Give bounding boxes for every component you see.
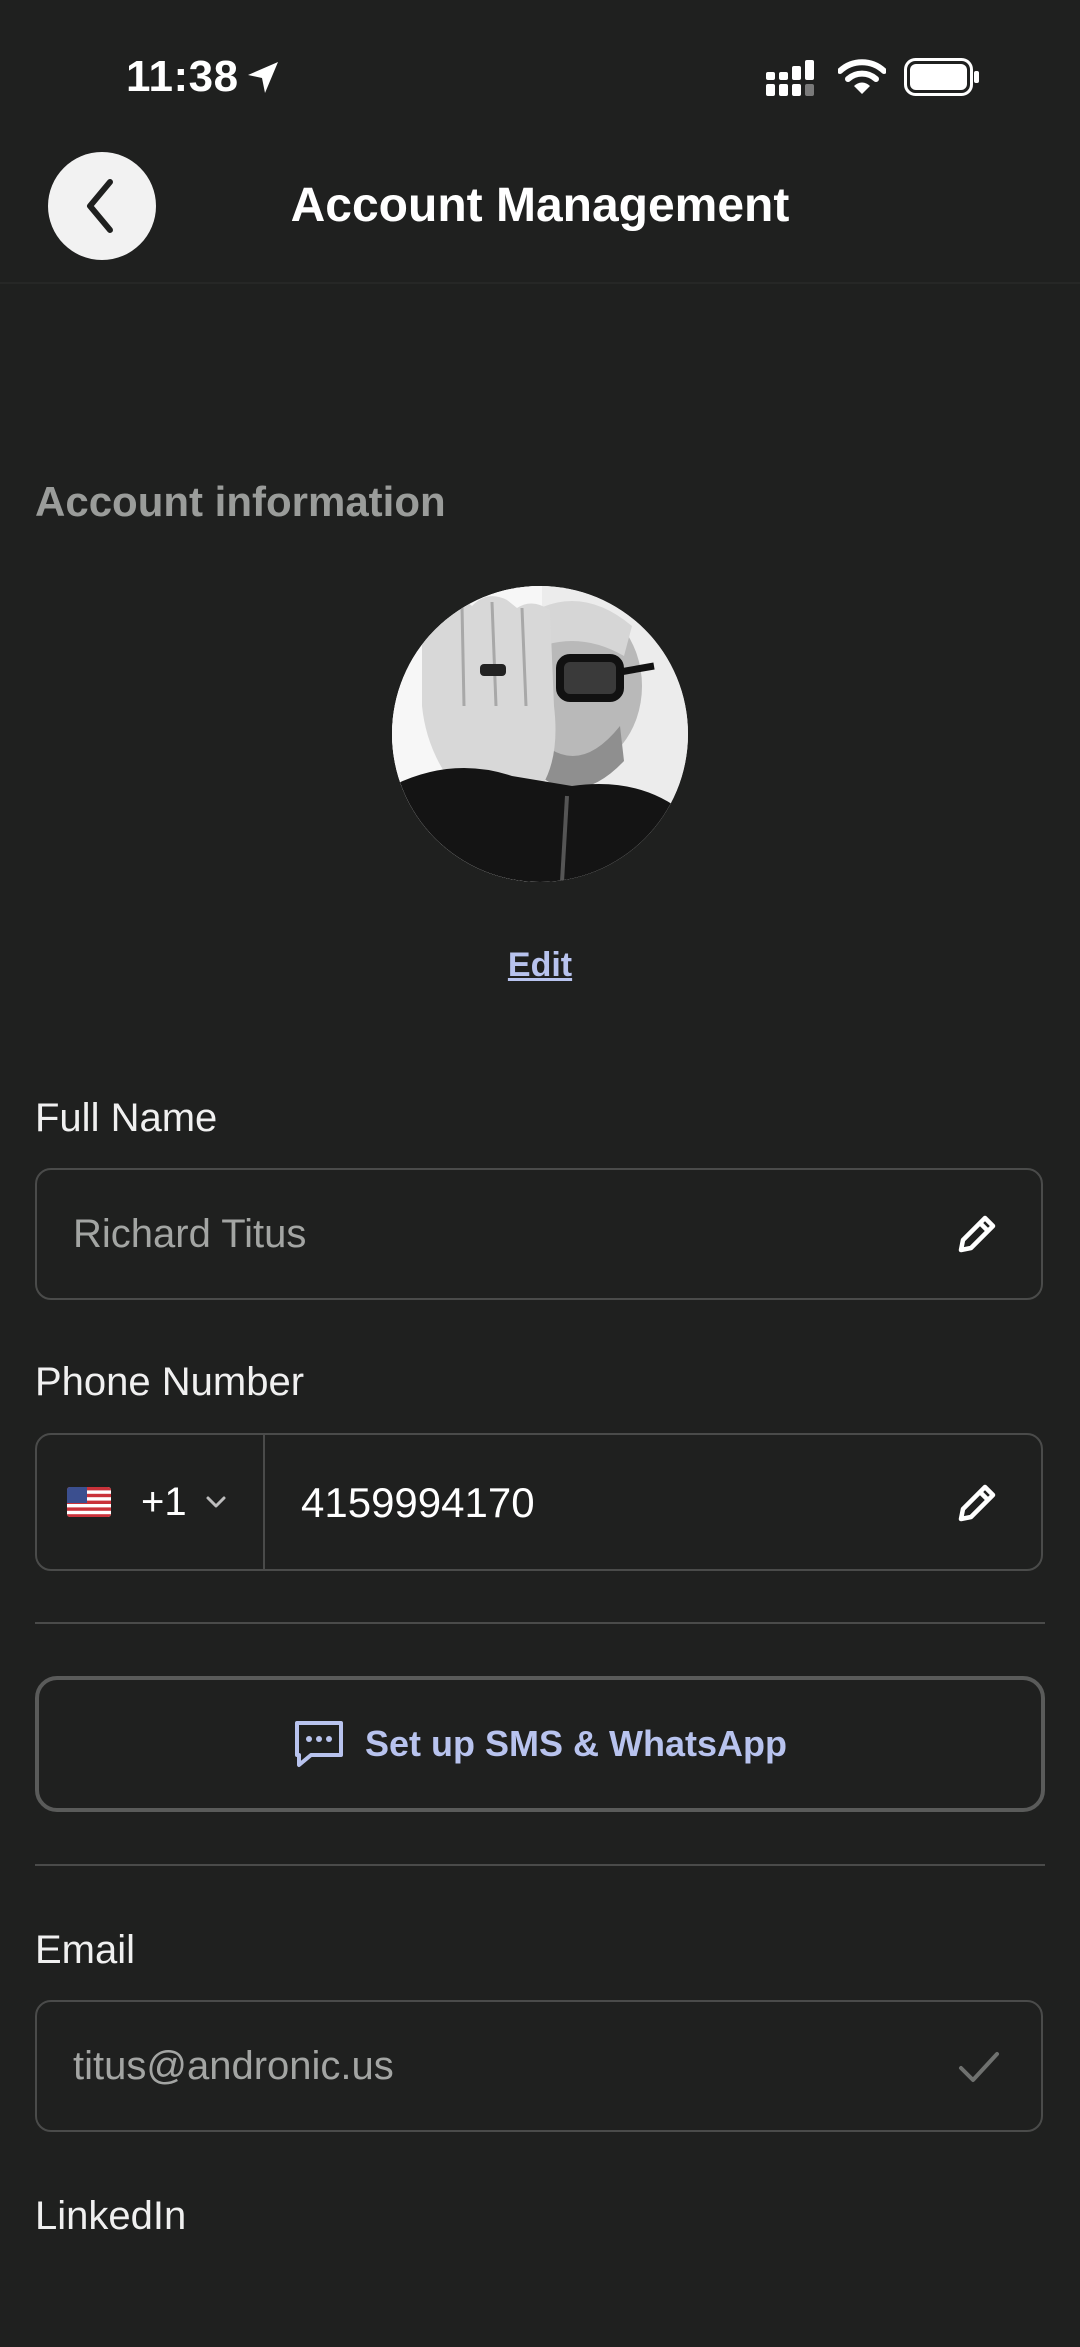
sms-button-label: Set up SMS & WhatsApp (365, 1723, 787, 1764)
avatar (392, 586, 688, 882)
checkmark-icon (959, 2052, 999, 2082)
pencil-icon[interactable] (953, 1210, 1001, 1258)
full-name-label: Full Name (35, 1096, 218, 1140)
full-name-field[interactable]: Richard Titus (35, 1168, 1043, 1300)
country-code: +1 (141, 1479, 187, 1524)
full-name-value: Richard Titus (73, 1212, 307, 1256)
phone-number-field[interactable]: +1 4159994170 (35, 1433, 1043, 1571)
email-field[interactable]: titus@andronic.us (35, 2000, 1043, 2132)
section-heading: Account information (35, 478, 446, 525)
edit-avatar-link[interactable]: Edit (0, 946, 1080, 985)
pencil-icon[interactable] (953, 1479, 1001, 1527)
wifi-icon (838, 59, 886, 94)
phone-number-value: 4159994170 (301, 1479, 535, 1526)
setup-sms-whatsapp-button[interactable]: Set up SMS & WhatsApp (35, 1676, 1045, 1812)
status-bar: 11:38 (0, 0, 1080, 160)
chevron-down-icon (206, 1496, 226, 1508)
status-time: 11:38 (126, 52, 239, 101)
cellular-signal-icon (766, 60, 814, 96)
phone-number-label: Phone Number (35, 1360, 305, 1404)
country-code-select[interactable]: +1 (37, 1435, 265, 1569)
linkedin-label: LinkedIn (35, 2194, 187, 2238)
divider (35, 1864, 1045, 1866)
location-arrow-icon (248, 62, 278, 93)
us-flag-icon (67, 1487, 111, 1517)
battery-icon (904, 58, 979, 96)
divider (35, 1622, 1045, 1624)
page-title: Account Management (290, 179, 790, 232)
message-bubble-icon (295, 1721, 343, 1767)
email-label: Email (35, 1928, 136, 1972)
email-value: titus@andronic.us (73, 2044, 394, 2088)
header: Account Management (0, 140, 1080, 284)
